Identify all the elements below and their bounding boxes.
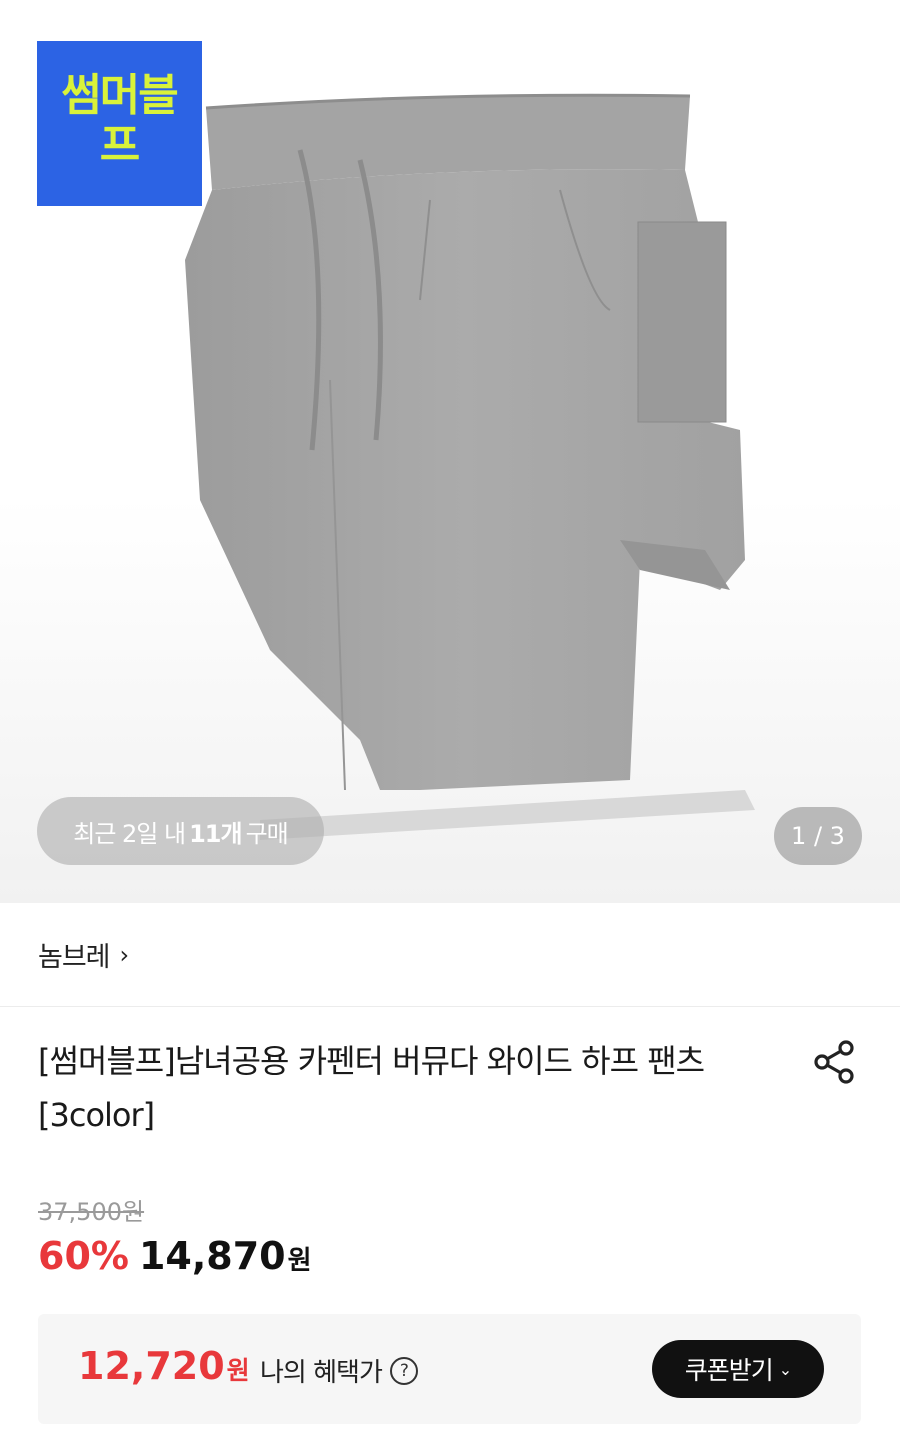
original-price: 37,500원	[38, 1198, 145, 1226]
product-image-carousel[interactable]: 썸머블프 최근 2일 내 11개 구매 1 / 3	[0, 0, 900, 903]
chevron-down-icon: ⌄	[778, 1359, 792, 1379]
benefit-amount: 12,720 원	[78, 1344, 250, 1388]
recent-purchase-pill: 최근 2일 내 11개 구매	[37, 797, 324, 865]
benefit-label-text: 나의 혜택가	[260, 1358, 383, 1388]
sale-price-unit: 원	[287, 1246, 312, 1276]
brand-name: 놈브레	[38, 942, 111, 973]
sale-price: 14,870	[138, 1234, 286, 1278]
badge-text: 썸머블프	[61, 70, 178, 171]
recent-prefix: 최근 2일 내	[73, 819, 186, 848]
benefit-label: 나의 혜택가 ?	[260, 1352, 418, 1389]
discount-rate: 60%	[38, 1234, 129, 1278]
benefit-amount-value: 12,720	[78, 1344, 225, 1388]
benefit-amount-unit: 원	[226, 1356, 250, 1385]
page-indicator: 1 / 3	[774, 807, 862, 865]
help-icon[interactable]: ?	[389, 1356, 418, 1385]
price-row: 60% 14,870 원	[38, 1234, 312, 1278]
chevron-right-icon: ›	[119, 940, 130, 969]
benefit-price-box: 12,720 원 나의 혜택가 ? 쿠폰받기 ⌄	[38, 1314, 861, 1424]
share-icon[interactable]	[810, 1038, 858, 1086]
get-coupon-button[interactable]: 쿠폰받기 ⌄	[652, 1340, 824, 1398]
coupon-button-label: 쿠폰받기	[684, 1356, 774, 1385]
recent-count: 11개	[189, 819, 242, 848]
recent-suffix: 구매	[245, 819, 289, 848]
product-title: [썸머블프]남녀공용 카펜터 버뮤다 와이드 하프 팬츠 [3color]	[38, 1042, 705, 1134]
brand-link[interactable]: 놈브레 ›	[0, 903, 900, 1007]
summer-black-friday-badge: 썸머블프	[37, 41, 202, 206]
